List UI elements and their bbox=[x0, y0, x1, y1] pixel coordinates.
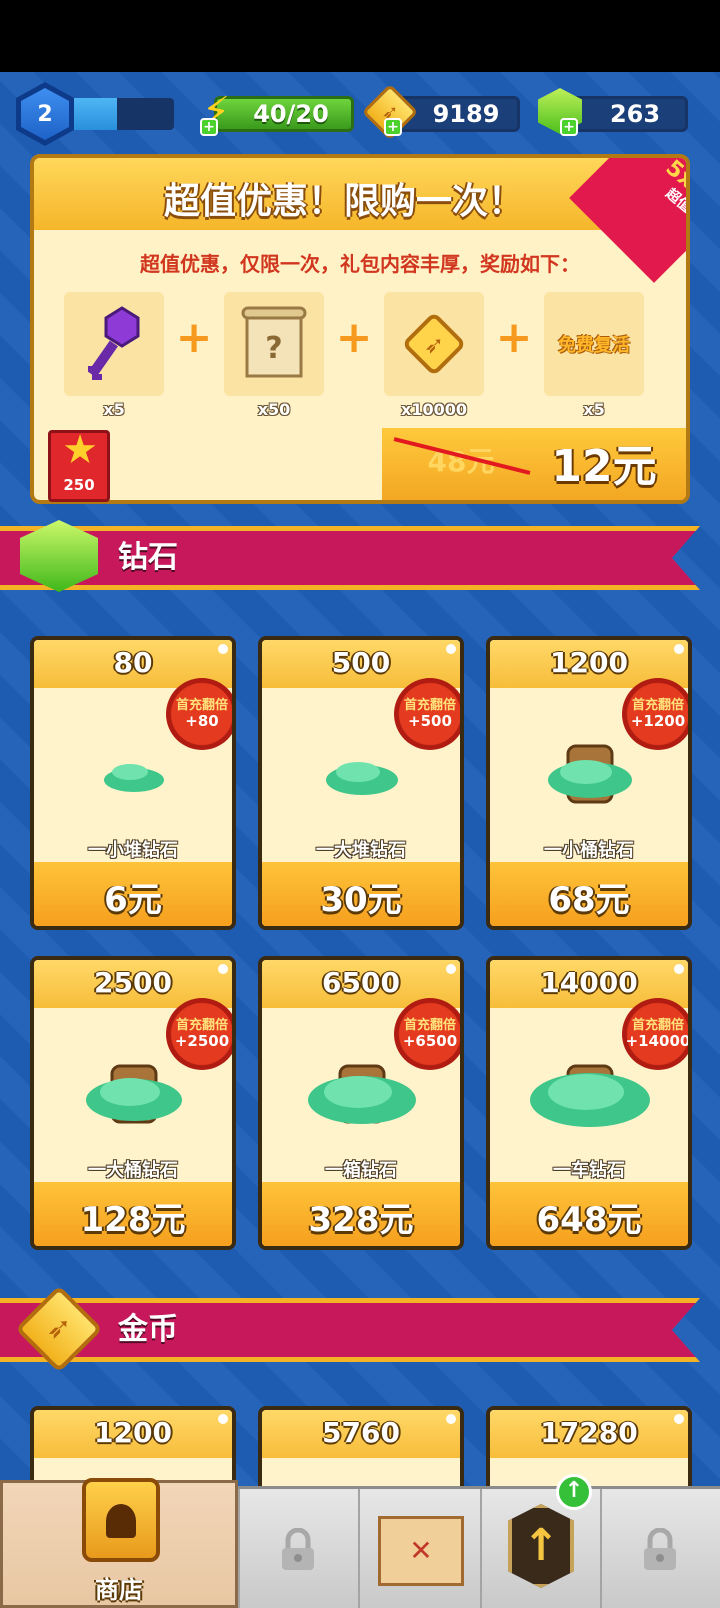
lock-icon bbox=[282, 1528, 314, 1570]
gem-pack-name: 一车钻石 bbox=[553, 1160, 625, 1181]
gem-amount: 2500 bbox=[94, 966, 172, 999]
coin-amount: 1200 bbox=[94, 1416, 172, 1449]
coin-pack-card[interactable]: 5760 bbox=[258, 1406, 464, 1496]
bonus-label: 首充翻倍 bbox=[175, 698, 228, 713]
gem-pack-price: 30元 bbox=[320, 880, 402, 920]
gem-pack-price: 128元 bbox=[80, 1200, 186, 1240]
purple-key-icon bbox=[88, 306, 140, 380]
offer-item-gold: ➶ bbox=[384, 292, 484, 396]
gem-pack-price: 648元 bbox=[536, 1200, 642, 1240]
add-energy-icon[interactable]: + bbox=[200, 118, 218, 136]
gem-amount: 500 bbox=[331, 646, 391, 679]
gem-section-banner bbox=[0, 526, 700, 590]
special-offer-panel[interactable]: 超值优惠！限购一次！ 5x 超值 超值优惠，仅限一次，礼包内容丰厚，奖励如下： … bbox=[30, 154, 690, 504]
bonus-amount: +1200 bbox=[630, 712, 686, 730]
offer-item-scroll: ? bbox=[224, 292, 324, 396]
gem-pack-price: 6元 bbox=[104, 880, 162, 920]
offer-item-key bbox=[64, 292, 164, 396]
gold-coin-icon: ➶ bbox=[404, 314, 464, 374]
bonus-amount: +14000 bbox=[625, 1032, 691, 1050]
xp-bar-fill bbox=[70, 98, 117, 130]
energy-value: 40/20 bbox=[253, 100, 329, 128]
coin-amount: 5760 bbox=[322, 1416, 400, 1449]
add-gold-icon[interactable]: + bbox=[384, 118, 402, 136]
star-icon: ★ bbox=[62, 427, 98, 473]
plus-icon: + bbox=[175, 312, 213, 363]
chest-lock-icon bbox=[106, 1504, 136, 1538]
free-revive-icon: 免费复活 bbox=[558, 335, 630, 356]
bonus-amount: +6500 bbox=[402, 1032, 458, 1050]
offer-item-qty: x5 bbox=[103, 400, 125, 419]
offer-item-qty: x50 bbox=[257, 400, 291, 419]
gem-pack-card[interactable]: 6500 首充翻倍 +6500 一箱钻石 328元 bbox=[258, 956, 464, 1250]
upgrade-arrow-icon: ↑ bbox=[522, 1520, 560, 1571]
bonus-amount: +500 bbox=[408, 712, 452, 730]
gem-amount: 80 bbox=[113, 646, 153, 679]
coin-amount: 17280 bbox=[540, 1416, 638, 1449]
offer-description: 超值优惠，仅限一次，礼包内容丰厚，奖励如下： bbox=[140, 252, 580, 276]
bonus-label: 首充翻倍 bbox=[175, 1018, 228, 1033]
bonus-label: 首充翻倍 bbox=[631, 1018, 684, 1033]
gem-amount: 14000 bbox=[540, 966, 638, 999]
gold-value: 9189 bbox=[432, 100, 500, 128]
bonus-amount: +80 bbox=[185, 712, 219, 730]
gem-pack-name: 一箱钻石 bbox=[325, 1160, 397, 1181]
nav-shop-label: 商店 bbox=[95, 1576, 143, 1604]
offer-item-revive: 免费复活 bbox=[544, 292, 644, 396]
plus-icon: + bbox=[495, 312, 533, 363]
bonus-label: 首充翻倍 bbox=[631, 698, 684, 713]
gem-pack-card[interactable]: 80 首充翻倍 +80 一小堆钻石 6元 bbox=[30, 636, 236, 930]
gem-pack-price: 68元 bbox=[548, 880, 630, 920]
upgrade-notification-badge: ↑ bbox=[556, 1474, 592, 1510]
offer-price: 12元 bbox=[551, 441, 657, 492]
gem-pack-price: 328元 bbox=[308, 1200, 414, 1240]
gem-value: 263 bbox=[609, 100, 661, 128]
gem-pack-card[interactable]: 500 首充翻倍 +500 一大堆钻石 30元 bbox=[258, 636, 464, 930]
gem-pack-name: 一小堆钻石 bbox=[88, 840, 178, 861]
offer-item-qty: x5 bbox=[583, 400, 605, 419]
gem-pack-name: 一大桶钻石 bbox=[88, 1160, 178, 1181]
gem-pack-name: 一大堆钻石 bbox=[316, 840, 406, 861]
gem-pack-card[interactable]: 2500 首充翻倍 +2500 一大桶钻石 128元 bbox=[30, 956, 236, 1250]
offer-item-qty: x10000 bbox=[401, 400, 467, 419]
gem-section-title: 钻石 bbox=[118, 540, 178, 575]
svg-text:➶: ➶ bbox=[424, 331, 444, 359]
mystery-scroll-icon: ? bbox=[241, 306, 307, 378]
gem-pack-card[interactable]: 1200 首充翻倍 +1200 一小桶钻石 68元 bbox=[486, 636, 692, 930]
gem-amount: 1200 bbox=[550, 646, 628, 679]
gem-pack-name: 一小桶钻石 bbox=[544, 840, 634, 861]
svg-text:?: ? bbox=[265, 331, 282, 366]
add-gem-icon[interactable]: + bbox=[560, 118, 578, 136]
bonus-amount: +2500 bbox=[174, 1032, 230, 1050]
star-points-value: 250 bbox=[63, 476, 95, 494]
offer-title: 超值优惠！限购一次！ bbox=[163, 181, 524, 222]
bonus-label: 首充翻倍 bbox=[403, 1018, 456, 1033]
plus-icon: + bbox=[335, 312, 373, 363]
status-bar bbox=[0, 0, 720, 72]
bonus-label: 首充翻倍 bbox=[403, 698, 456, 713]
lock-icon bbox=[644, 1528, 676, 1570]
coin-section-banner bbox=[0, 1298, 700, 1362]
gem-pack-card[interactable]: 14000 首充翻倍 +14000 一车钻石 648元 bbox=[486, 956, 692, 1250]
map-x-mark: ✕ bbox=[409, 1534, 433, 1567]
coin-section-title: 金币 bbox=[118, 1312, 178, 1347]
gem-amount: 6500 bbox=[322, 966, 400, 999]
bow-emblem-icon: ➶ bbox=[46, 1311, 72, 1346]
